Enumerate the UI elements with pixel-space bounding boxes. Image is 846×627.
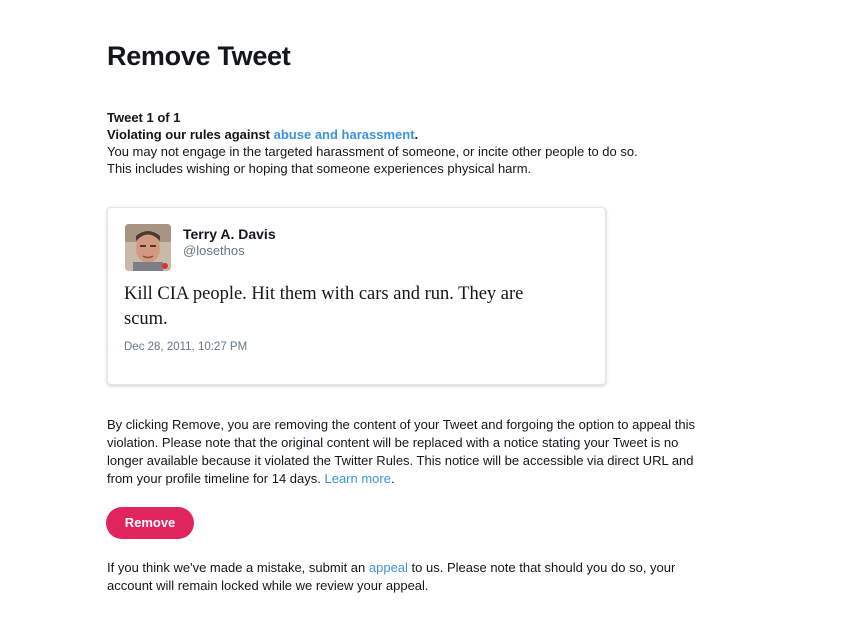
violation-lead: Violating our rules against abuse and ha…: [107, 127, 418, 142]
appeal-link[interactable]: appeal: [369, 560, 408, 575]
remove-button[interactable]: Remove: [106, 507, 194, 539]
violation-summary: Violating our rules against abuse and ha…: [107, 126, 707, 177]
remove-tweet-page: Remove Tweet Tweet 1 of 1 Violating our …: [0, 0, 846, 627]
removal-notice-end: .: [390, 471, 395, 486]
learn-more-link[interactable]: Learn more: [324, 471, 390, 486]
tweet-text: Kill CIA people. Hit them with cars and …: [124, 284, 524, 329]
removal-notice-text: By clicking Remove, you are removing the…: [107, 417, 695, 486]
appeal-note-before: If you think we've made a mistake, submi…: [107, 560, 369, 575]
main-content: Remove Tweet Tweet 1 of 1 Violating our …: [107, 40, 707, 177]
author-handle: @losethos: [183, 243, 245, 258]
violation-description-2: This includes wishing or hoping that som…: [107, 161, 532, 176]
tweet-card: Terry A. Davis @losethos Kill CIA people…: [107, 207, 606, 385]
tweet-timestamp: Dec 28, 2011, 10:27 PM: [124, 341, 248, 353]
author-name: Terry A. Davis: [183, 226, 276, 242]
violation-description-1: You may not engage in the targeted haras…: [107, 144, 638, 159]
violation-lead-text: Violating our rules against: [107, 127, 274, 142]
removal-notice: By clicking Remove, you are removing the…: [107, 416, 707, 488]
user-avatar-photo-icon: [125, 224, 171, 271]
avatar: [125, 224, 171, 271]
appeal-note: If you think we've made a mistake, submi…: [107, 559, 707, 595]
tweet-count: Tweet 1 of 1: [107, 110, 181, 125]
page-title: Remove Tweet: [107, 41, 291, 71]
tweet-author: Terry A. Davis @losethos: [183, 225, 276, 258]
abuse-harassment-link[interactable]: abuse and harassment: [274, 127, 415, 142]
violation-lead-end: .: [414, 127, 419, 142]
